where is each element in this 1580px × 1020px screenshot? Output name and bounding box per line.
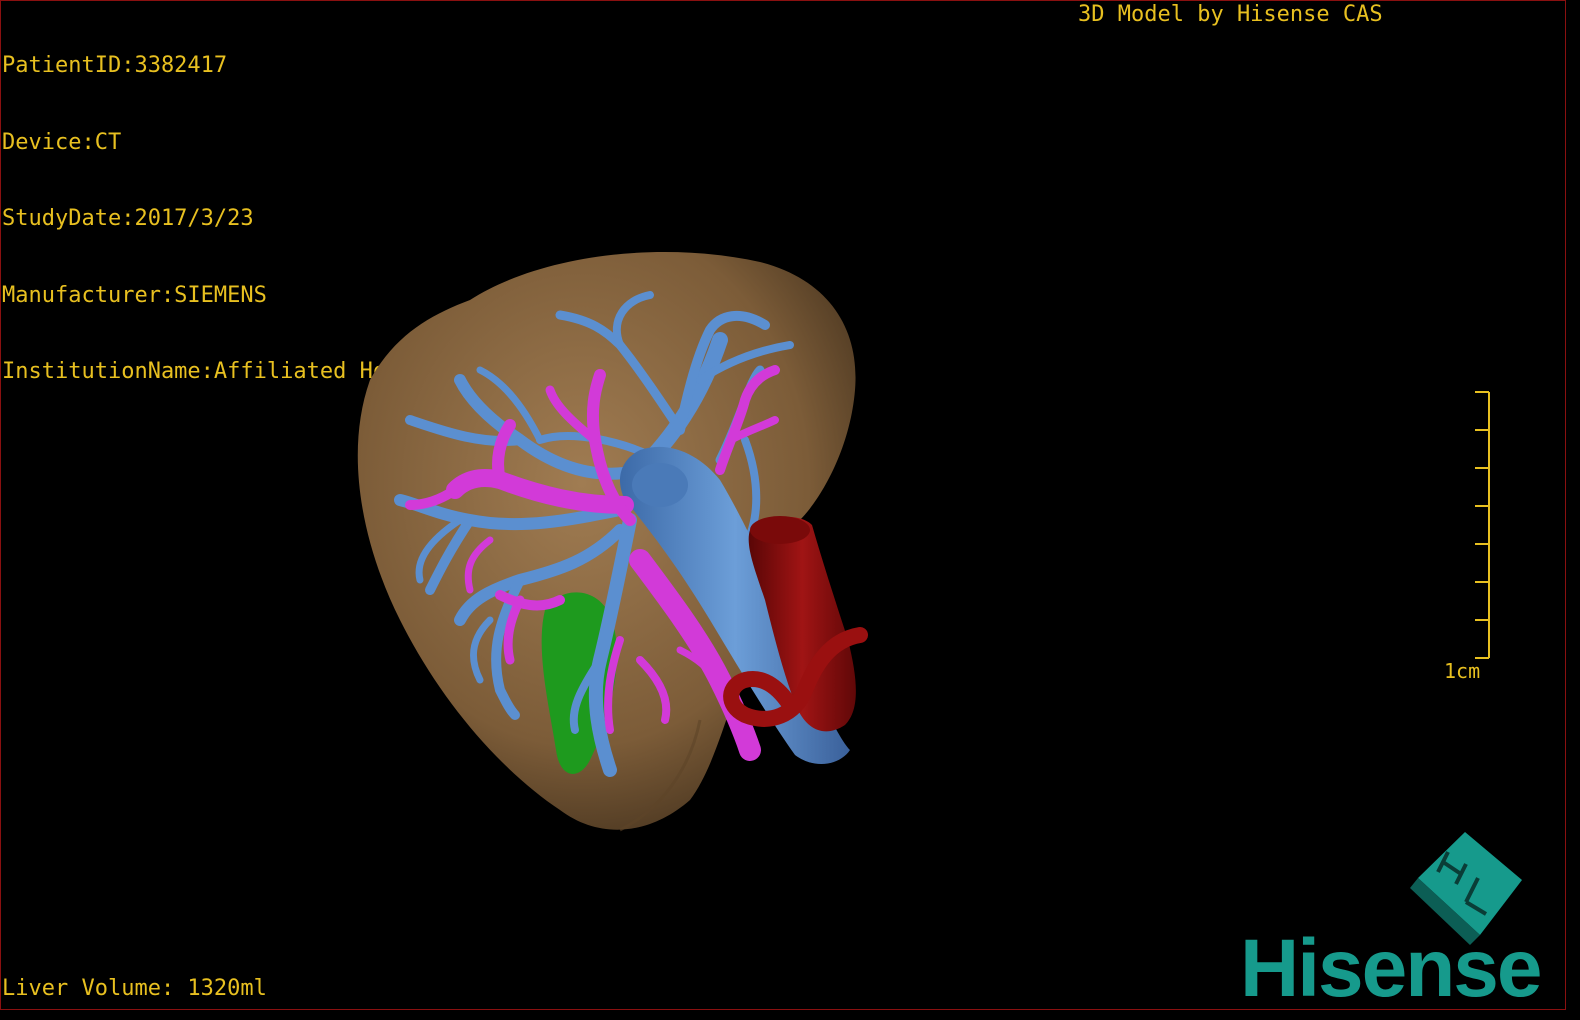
- ivc-opening: [632, 463, 688, 507]
- liver-3d-model-viewport[interactable]: [0, 0, 1566, 1010]
- aorta-opening: [750, 516, 810, 544]
- scale-bar-label: 1cm: [1444, 659, 1481, 683]
- liver-volume-text: Liver Volume: 1320ml: [2, 976, 267, 1001]
- scale-bar: [1475, 391, 1490, 659]
- hisense-brand-logo: Hisense: [1240, 923, 1543, 1014]
